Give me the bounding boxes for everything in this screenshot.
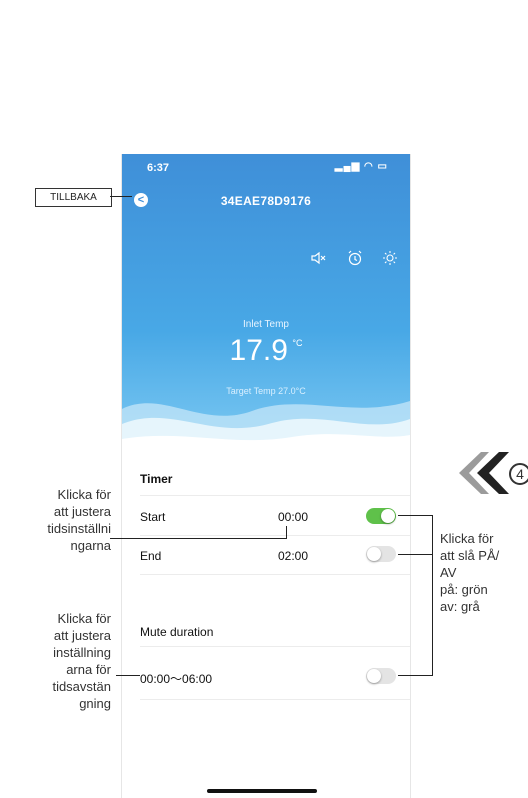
back-callout: TILLBAKA <box>35 188 112 207</box>
home-indicator <box>207 789 317 793</box>
divider <box>140 535 410 536</box>
wave-decoration <box>122 401 410 449</box>
status-time: 6:37 <box>147 162 170 174</box>
timer-note: Klicka för att justera tidsinställni nga… <box>5 486 111 554</box>
note-line: Klicka för <box>57 611 111 626</box>
mute-leader-line <box>116 675 140 676</box>
note-line: ngarna <box>70 538 111 553</box>
inlet-temp-readout: 17.9 °C <box>122 334 410 368</box>
toggle-leader-mid <box>398 554 433 555</box>
mute-note: Klicka för att justera inställning arna … <box>5 610 111 712</box>
toggle-leader-vertical <box>432 515 433 676</box>
timer-leader-tick <box>286 526 287 539</box>
divider <box>140 699 410 700</box>
brightness-icon[interactable] <box>381 250 399 268</box>
alarm-clock-icon[interactable] <box>346 250 364 268</box>
note-line: på: grön <box>440 582 488 597</box>
inlet-temp-label: Inlet Temp <box>243 319 289 330</box>
status-icons: ▂▄▆ ◠ ▭ <box>334 161 388 172</box>
inlet-temp-value: 17.9 <box>229 334 288 367</box>
toggle-knob <box>367 547 381 561</box>
start-label: Start <box>140 510 166 524</box>
mute-toggle[interactable] <box>366 668 396 684</box>
note-line: arna för <box>66 662 111 677</box>
note-line: tidsavstän <box>52 679 111 694</box>
note-line: inställning <box>53 645 111 660</box>
end-toggle[interactable] <box>366 546 396 562</box>
note-line: av: grå <box>440 599 480 614</box>
toggle-note: Klicka för att slå PÅ/ AV på: grön av: g… <box>440 530 528 615</box>
note-line: tidsinställni <box>47 521 111 536</box>
phone-screen: 6:37 ▂▄▆ ◠ ▭ < 34EAE78D9176 Inlet Temp 1… <box>121 154 411 798</box>
note-line: att justera <box>53 628 111 643</box>
note-line: gning <box>79 696 111 711</box>
toggle-leader-top <box>398 515 433 516</box>
note-line: Klicka för <box>57 487 111 502</box>
end-label: End <box>140 549 162 563</box>
double-chevron-left-icon <box>459 452 509 494</box>
timer-title-text: Timer <box>140 472 173 486</box>
timer-leader-line <box>110 538 287 539</box>
toggle-leader-bottom <box>398 675 433 676</box>
inlet-temp-unit: °C <box>292 338 303 348</box>
note-line: Klicka för <box>440 531 494 546</box>
divider <box>140 495 410 496</box>
toggle-knob <box>381 509 395 523</box>
mute-icon[interactable] <box>309 250 327 268</box>
back-leader-line <box>110 196 132 197</box>
mute-title-text: Mute duration <box>140 625 214 639</box>
note-line: att justera <box>53 504 111 519</box>
end-time-value[interactable]: 02:00 <box>278 549 308 563</box>
divider <box>140 646 410 647</box>
hero-panel: 6:37 ▂▄▆ ◠ ▭ < 34EAE78D9176 Inlet Temp 1… <box>122 154 410 449</box>
step-number-badge: 4 <box>509 463 528 485</box>
note-line: att slå PÅ/ <box>440 548 500 563</box>
start-toggle[interactable] <box>366 508 396 524</box>
start-time-value[interactable]: 00:00 <box>278 510 308 524</box>
mute-range-value[interactable]: 00:00～06:00 <box>140 670 212 687</box>
divider <box>140 574 410 575</box>
toggle-knob <box>367 669 381 683</box>
note-line: AV <box>440 565 457 580</box>
device-id-title: 34EAE78D9176 <box>220 194 312 208</box>
